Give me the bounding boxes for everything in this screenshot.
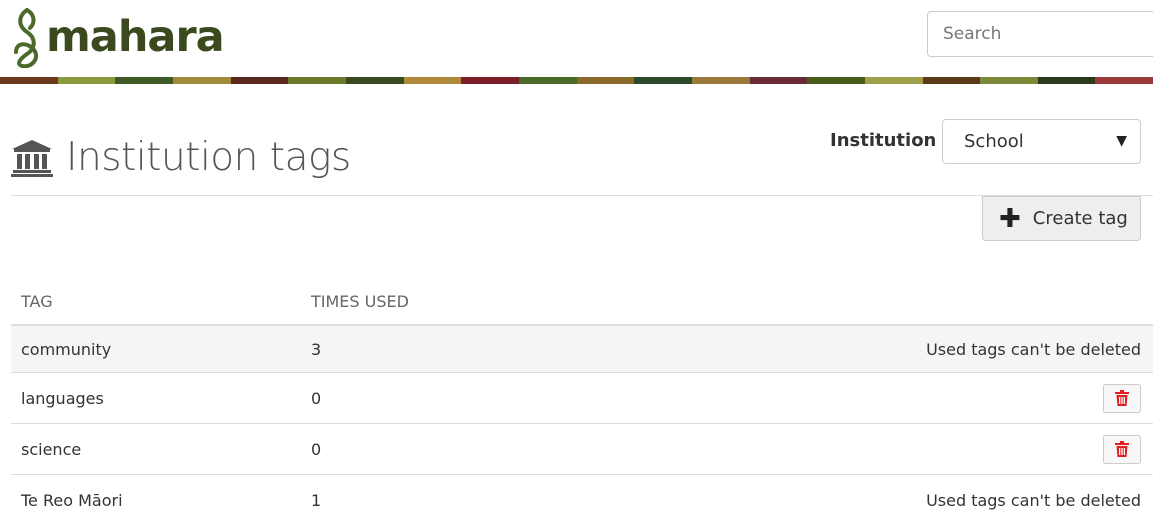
- banner-segment: [518, 77, 577, 84]
- table-row: languages 0: [11, 373, 1153, 424]
- banner-segment: [691, 77, 750, 84]
- banner-segment: [980, 77, 1038, 84]
- banner-segment: [634, 77, 692, 84]
- banner-segment: [230, 77, 289, 84]
- banner-segment: [57, 77, 116, 84]
- decorative-banner: [0, 77, 1153, 84]
- cannot-delete-note: Used tags can't be deleted: [926, 491, 1141, 510]
- create-tag-label: Create tag: [1032, 208, 1128, 229]
- table-row: Te Reo Māori 1 Used tags can't be delete…: [11, 475, 1153, 526]
- column-header-times-used: TIMES USED: [311, 291, 409, 311]
- table-header: TAG TIMES USED: [11, 278, 1153, 326]
- cannot-delete-note: Used tags can't be deleted: [926, 339, 1141, 359]
- search-input[interactable]: [927, 11, 1153, 57]
- banner-segment: [922, 77, 981, 84]
- banner-segment: [172, 77, 231, 84]
- delete-tag-button[interactable]: [1103, 434, 1141, 464]
- delete-tag-button[interactable]: [1103, 383, 1141, 413]
- institution-label: Institution: [830, 130, 937, 151]
- times-used: 3: [311, 339, 322, 359]
- tag-name: Te Reo Māori: [21, 491, 123, 510]
- institution-select[interactable]: School ▼: [942, 119, 1141, 164]
- times-used: 1: [311, 491, 322, 510]
- table-row: science 0: [11, 424, 1153, 475]
- banner-segment: [403, 77, 462, 84]
- times-used: 0: [311, 388, 322, 408]
- institution-icon: [11, 139, 53, 177]
- banner-segment: [864, 77, 923, 84]
- create-tag-button[interactable]: ✚ Create tag: [982, 196, 1141, 241]
- page-title: Institution tags: [10, 135, 351, 180]
- trash-icon: [1115, 441, 1129, 457]
- logo-text: mahara: [46, 11, 225, 62]
- banner-segment: [288, 77, 346, 84]
- institution-selected-value: School: [964, 131, 1024, 152]
- chevron-down-icon: ▼: [1116, 133, 1127, 149]
- tags-table: TAG TIMES USED community 3 Used tags can…: [11, 278, 1153, 526]
- plus-icon: ✚: [999, 203, 1021, 234]
- tag-name: science: [21, 439, 82, 459]
- banner-segment: [1037, 77, 1096, 84]
- banner-segment: [461, 77, 519, 84]
- trash-icon: [1115, 390, 1129, 406]
- banner-segment: [0, 77, 58, 84]
- banner-segment: [115, 77, 173, 84]
- mahara-logo[interactable]: mahara: [10, 4, 225, 70]
- site-header: mahara: [0, 0, 1153, 84]
- banner-segment: [345, 77, 404, 84]
- banner-segment: [807, 77, 865, 84]
- column-header-tag: TAG: [21, 291, 53, 311]
- banner-segment: [749, 77, 808, 84]
- times-used: 0: [311, 439, 322, 459]
- tag-name: languages: [21, 388, 104, 408]
- page-title-text: Institution tags: [66, 135, 351, 180]
- tag-name: community: [21, 339, 112, 359]
- table-row: community 3 Used tags can't be deleted: [11, 326, 1153, 373]
- banner-segment: [1095, 77, 1153, 84]
- koru-icon: [14, 8, 39, 68]
- banner-segment: [576, 77, 635, 84]
